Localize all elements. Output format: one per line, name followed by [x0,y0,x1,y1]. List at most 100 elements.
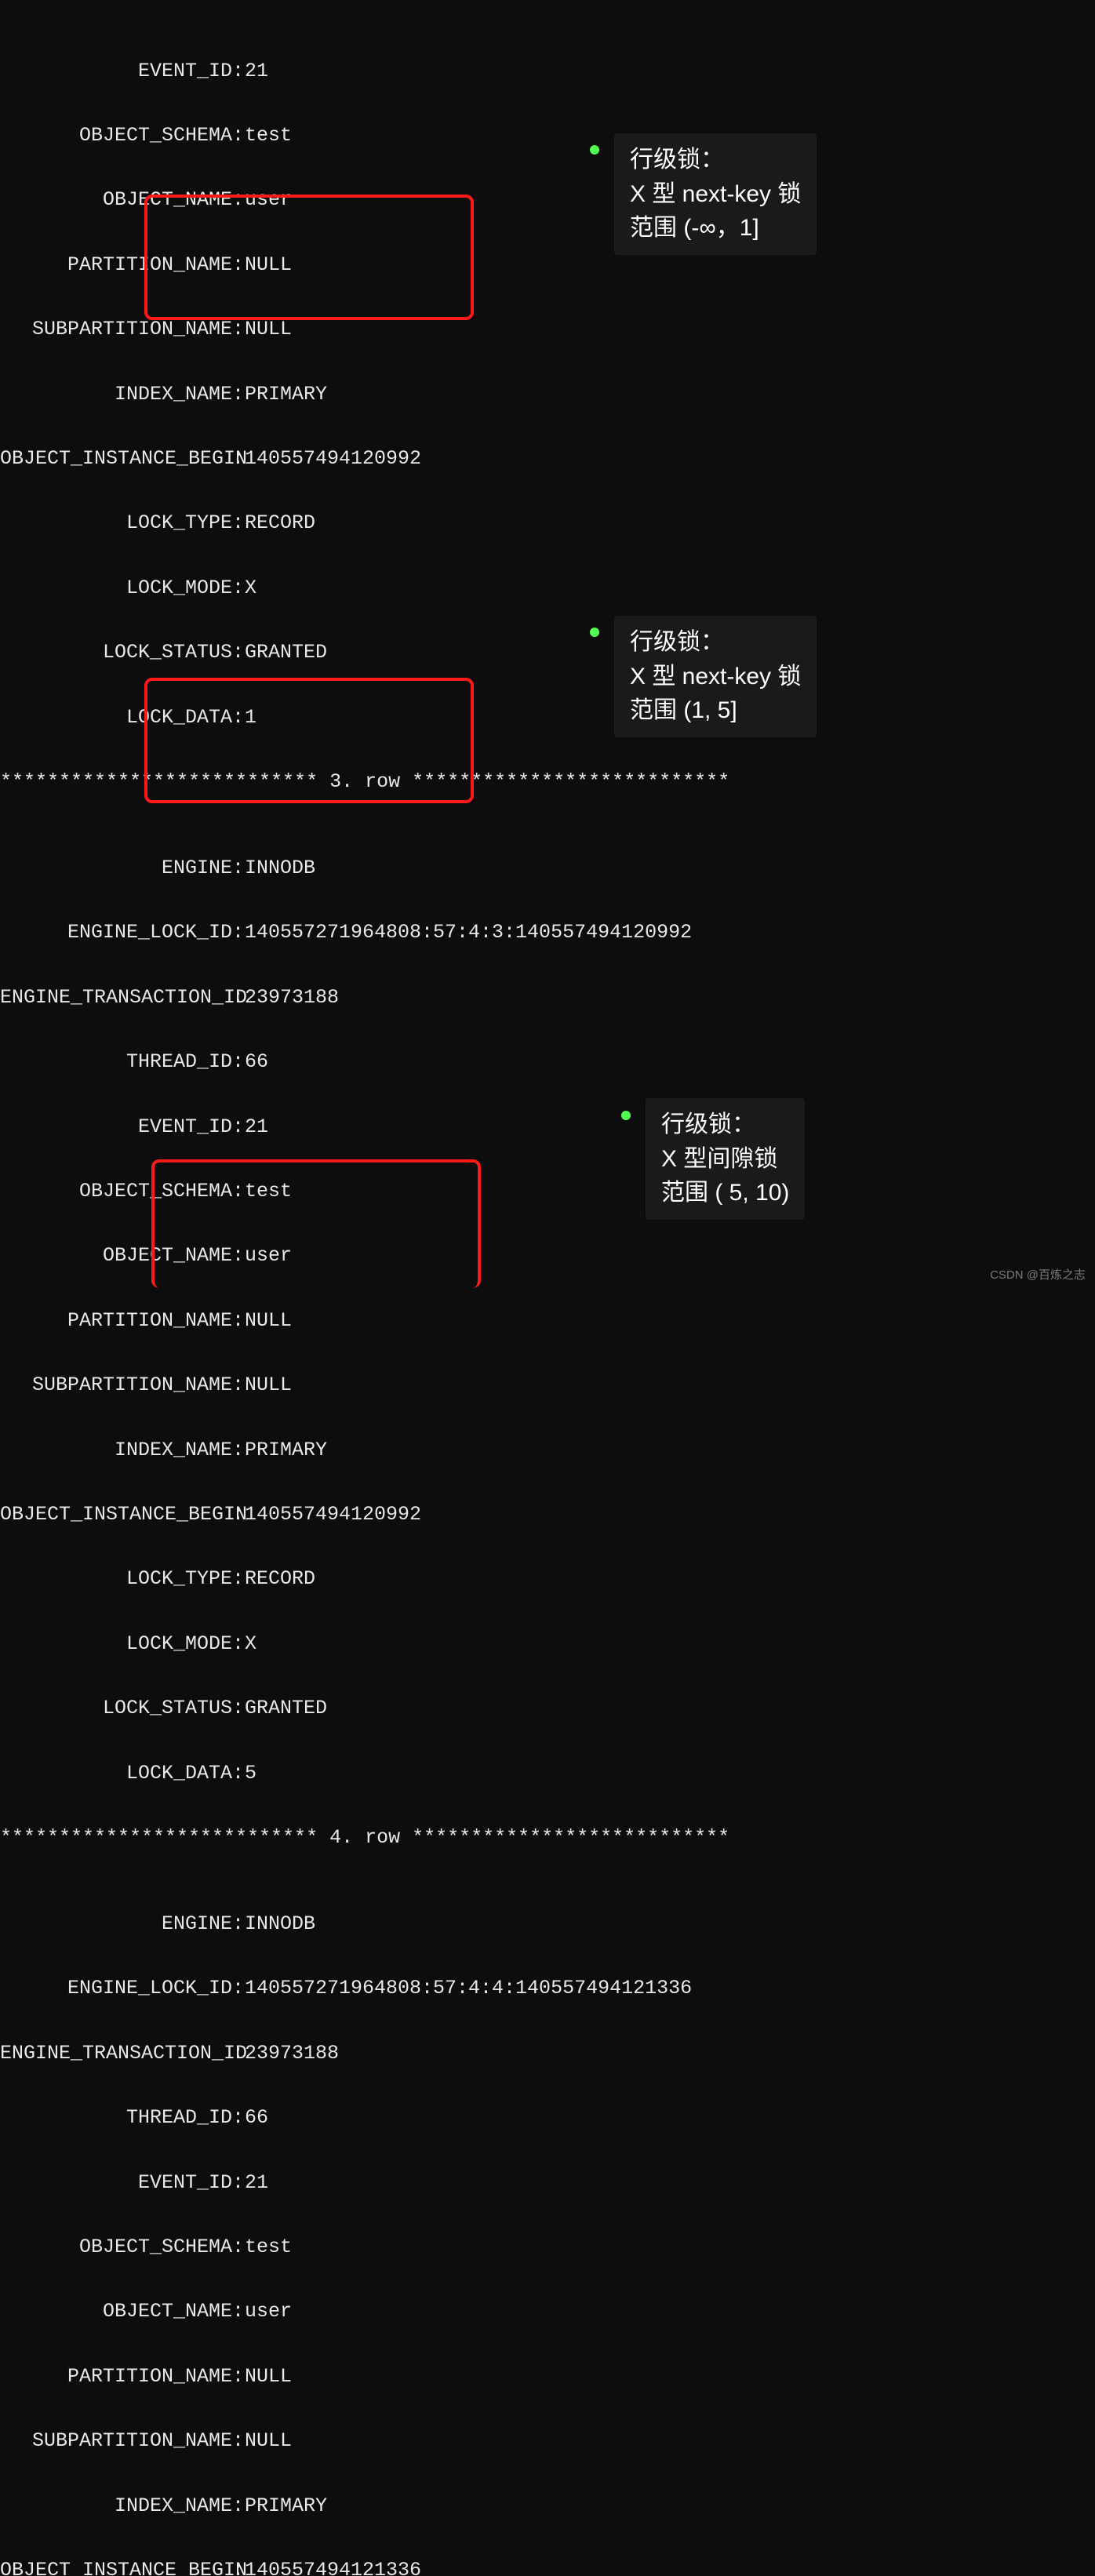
annotation-line: 行级锁： [630,143,801,177]
output-row: SUBPARTITION_NAME:NULL [0,2430,729,2451]
output-row: OBJECT_NAME:user [0,2301,729,2322]
field-key: LOCK_MODE [0,577,232,599]
field-value: 23973188 [243,2043,339,2064]
output-row: EVENT_ID:21 [0,2172,729,2193]
field-value: GRANTED [243,1697,327,1719]
field-value: user [243,189,292,210]
field-key: OBJECT_SCHEMA [0,1181,232,1202]
field-value: NULL [243,2430,292,2451]
field-key: LOCK_DATA [0,1763,232,1784]
annotation-line: X 型 next-key 锁 [630,660,801,694]
output-row: EVENT_ID:21 [0,1116,729,1137]
output-row: PARTITION_NAME:NULL [0,254,729,275]
output-row: SUBPARTITION_NAME:NULL [0,1374,729,1395]
field-key: INDEX_NAME [0,384,232,405]
field-value: 140557494120992 [243,448,421,469]
watermark: CSDN @百炼之志 [990,1269,1086,1283]
field-key: OBJECT_INSTANCE_BEGIN [0,448,232,469]
output-row: OBJECT_INSTANCE_BEGIN:140557494120992 [0,1504,729,1525]
annotation-callout: 行级锁： X 型 next-key 锁 范围 (-∞，1] [614,133,817,255]
field-key: ENGINE_LOCK_ID [0,922,232,943]
field-value: RECORD [243,1568,315,1589]
field-key: EVENT_ID [0,60,232,82]
output-row: ENGINE_LOCK_ID:140557271964808:57:4:4:14… [0,1977,729,1999]
output-row: LOCK_MODE:X [0,577,729,599]
field-key: ENGINE_LOCK_ID [0,1977,232,1999]
output-row: OBJECT_SCHEMA:test [0,1181,729,1202]
connector-dot-icon [621,1111,631,1120]
field-key: LOCK_MODE [0,1633,232,1654]
annotation-line: 范围 (-∞，1] [630,211,801,246]
field-value: test [243,2236,292,2258]
output-row: PARTITION_NAME:NULL [0,2366,729,2387]
field-value: 66 [243,1051,268,1072]
field-key: SUBPARTITION_NAME [0,2430,232,2451]
output-row: OBJECT_INSTANCE_BEGIN:140557494120992 [0,448,729,469]
field-key: PARTITION_NAME [0,2366,232,2387]
field-value: NULL [243,2366,292,2387]
annotation-callout: 行级锁： X 型间隙锁 范围 ( 5, 10) [646,1098,805,1220]
output-row: LOCK_STATUS:GRANTED [0,1697,729,1719]
field-value: 140557271964808:57:4:4:140557494121336 [243,1977,692,1999]
output-row: ENGINE_LOCK_ID:140557271964808:57:4:3:14… [0,922,729,943]
field-value: 21 [243,2172,268,2193]
field-key: ENGINE_TRANSACTION_ID [0,2043,232,2064]
field-value: INNODB [243,857,315,879]
field-value: PRIMARY [243,1439,327,1461]
field-key: LOCK_DATA [0,707,232,728]
field-value: test [243,125,292,146]
field-value: RECORD [243,512,315,533]
annotation-line: X 型间隙锁 [661,1142,789,1177]
row-separator: *************************** 3. row *****… [0,771,729,792]
annotation-line: 范围 ( 5, 10) [661,1176,789,1210]
output-row: INDEX_NAME:PRIMARY [0,2495,729,2516]
field-value: user [243,1245,292,1266]
field-key: OBJECT_INSTANCE_BEGIN [0,2560,232,2576]
field-value: 140557271964808:57:4:3:140557494120992 [243,922,692,943]
annotation-line: 行级锁： [661,1108,789,1142]
output-row: ENGINE_TRANSACTION_ID:23973188 [0,2043,729,2064]
field-key: EVENT_ID [0,1116,232,1137]
field-key: OBJECT_NAME [0,2301,232,2322]
field-value: test [243,1181,292,1202]
field-value: user [243,2301,292,2322]
output-row: OBJECT_SCHEMA:test [0,2236,729,2258]
field-value: 21 [243,60,268,82]
field-value: INNODB [243,1913,315,1934]
output-row: THREAD_ID:66 [0,2107,729,2128]
field-value: 66 [243,2107,268,2128]
output-row: INDEX_NAME:PRIMARY [0,384,729,405]
field-key: THREAD_ID [0,1051,232,1072]
output-row: ENGINE:INNODB [0,1913,729,1934]
field-key: INDEX_NAME [0,1439,232,1461]
annotation-callout: 行级锁： X 型 next-key 锁 范围 (1, 5] [614,616,817,737]
output-row: LOCK_DATA:5 [0,1763,729,1784]
field-value: 140557494121336 [243,2560,421,2576]
field-value: NULL [243,318,292,340]
output-row: SUBPARTITION_NAME:NULL [0,318,729,340]
field-key: LOCK_STATUS [0,642,232,663]
field-key: PARTITION_NAME [0,1310,232,1331]
field-key: INDEX_NAME [0,2495,232,2516]
field-key: OBJECT_SCHEMA [0,2236,232,2258]
annotation-line: X 型 next-key 锁 [630,177,801,212]
field-value: 140557494120992 [243,1504,421,1525]
field-value: 1 [243,707,256,728]
field-value: GRANTED [243,642,327,663]
field-key: LOCK_TYPE [0,1568,232,1589]
output-row: OBJECT_NAME:user [0,1245,729,1266]
field-key: THREAD_ID [0,2107,232,2128]
annotation-line: 范围 (1, 5] [630,693,801,728]
row-separator: *************************** 4. row *****… [0,1827,729,1848]
field-key: EVENT_ID [0,2172,232,2193]
field-key: SUBPARTITION_NAME [0,318,232,340]
field-value: NULL [243,1310,292,1331]
field-value: PRIMARY [243,2495,327,2516]
field-key: SUBPARTITION_NAME [0,1374,232,1395]
field-value: 5 [243,1763,256,1784]
field-key: LOCK_STATUS [0,1697,232,1719]
field-value: NULL [243,254,292,275]
field-key: ENGINE [0,857,232,879]
field-value: NULL [243,1374,292,1395]
field-key: ENGINE_TRANSACTION_ID [0,987,232,1008]
